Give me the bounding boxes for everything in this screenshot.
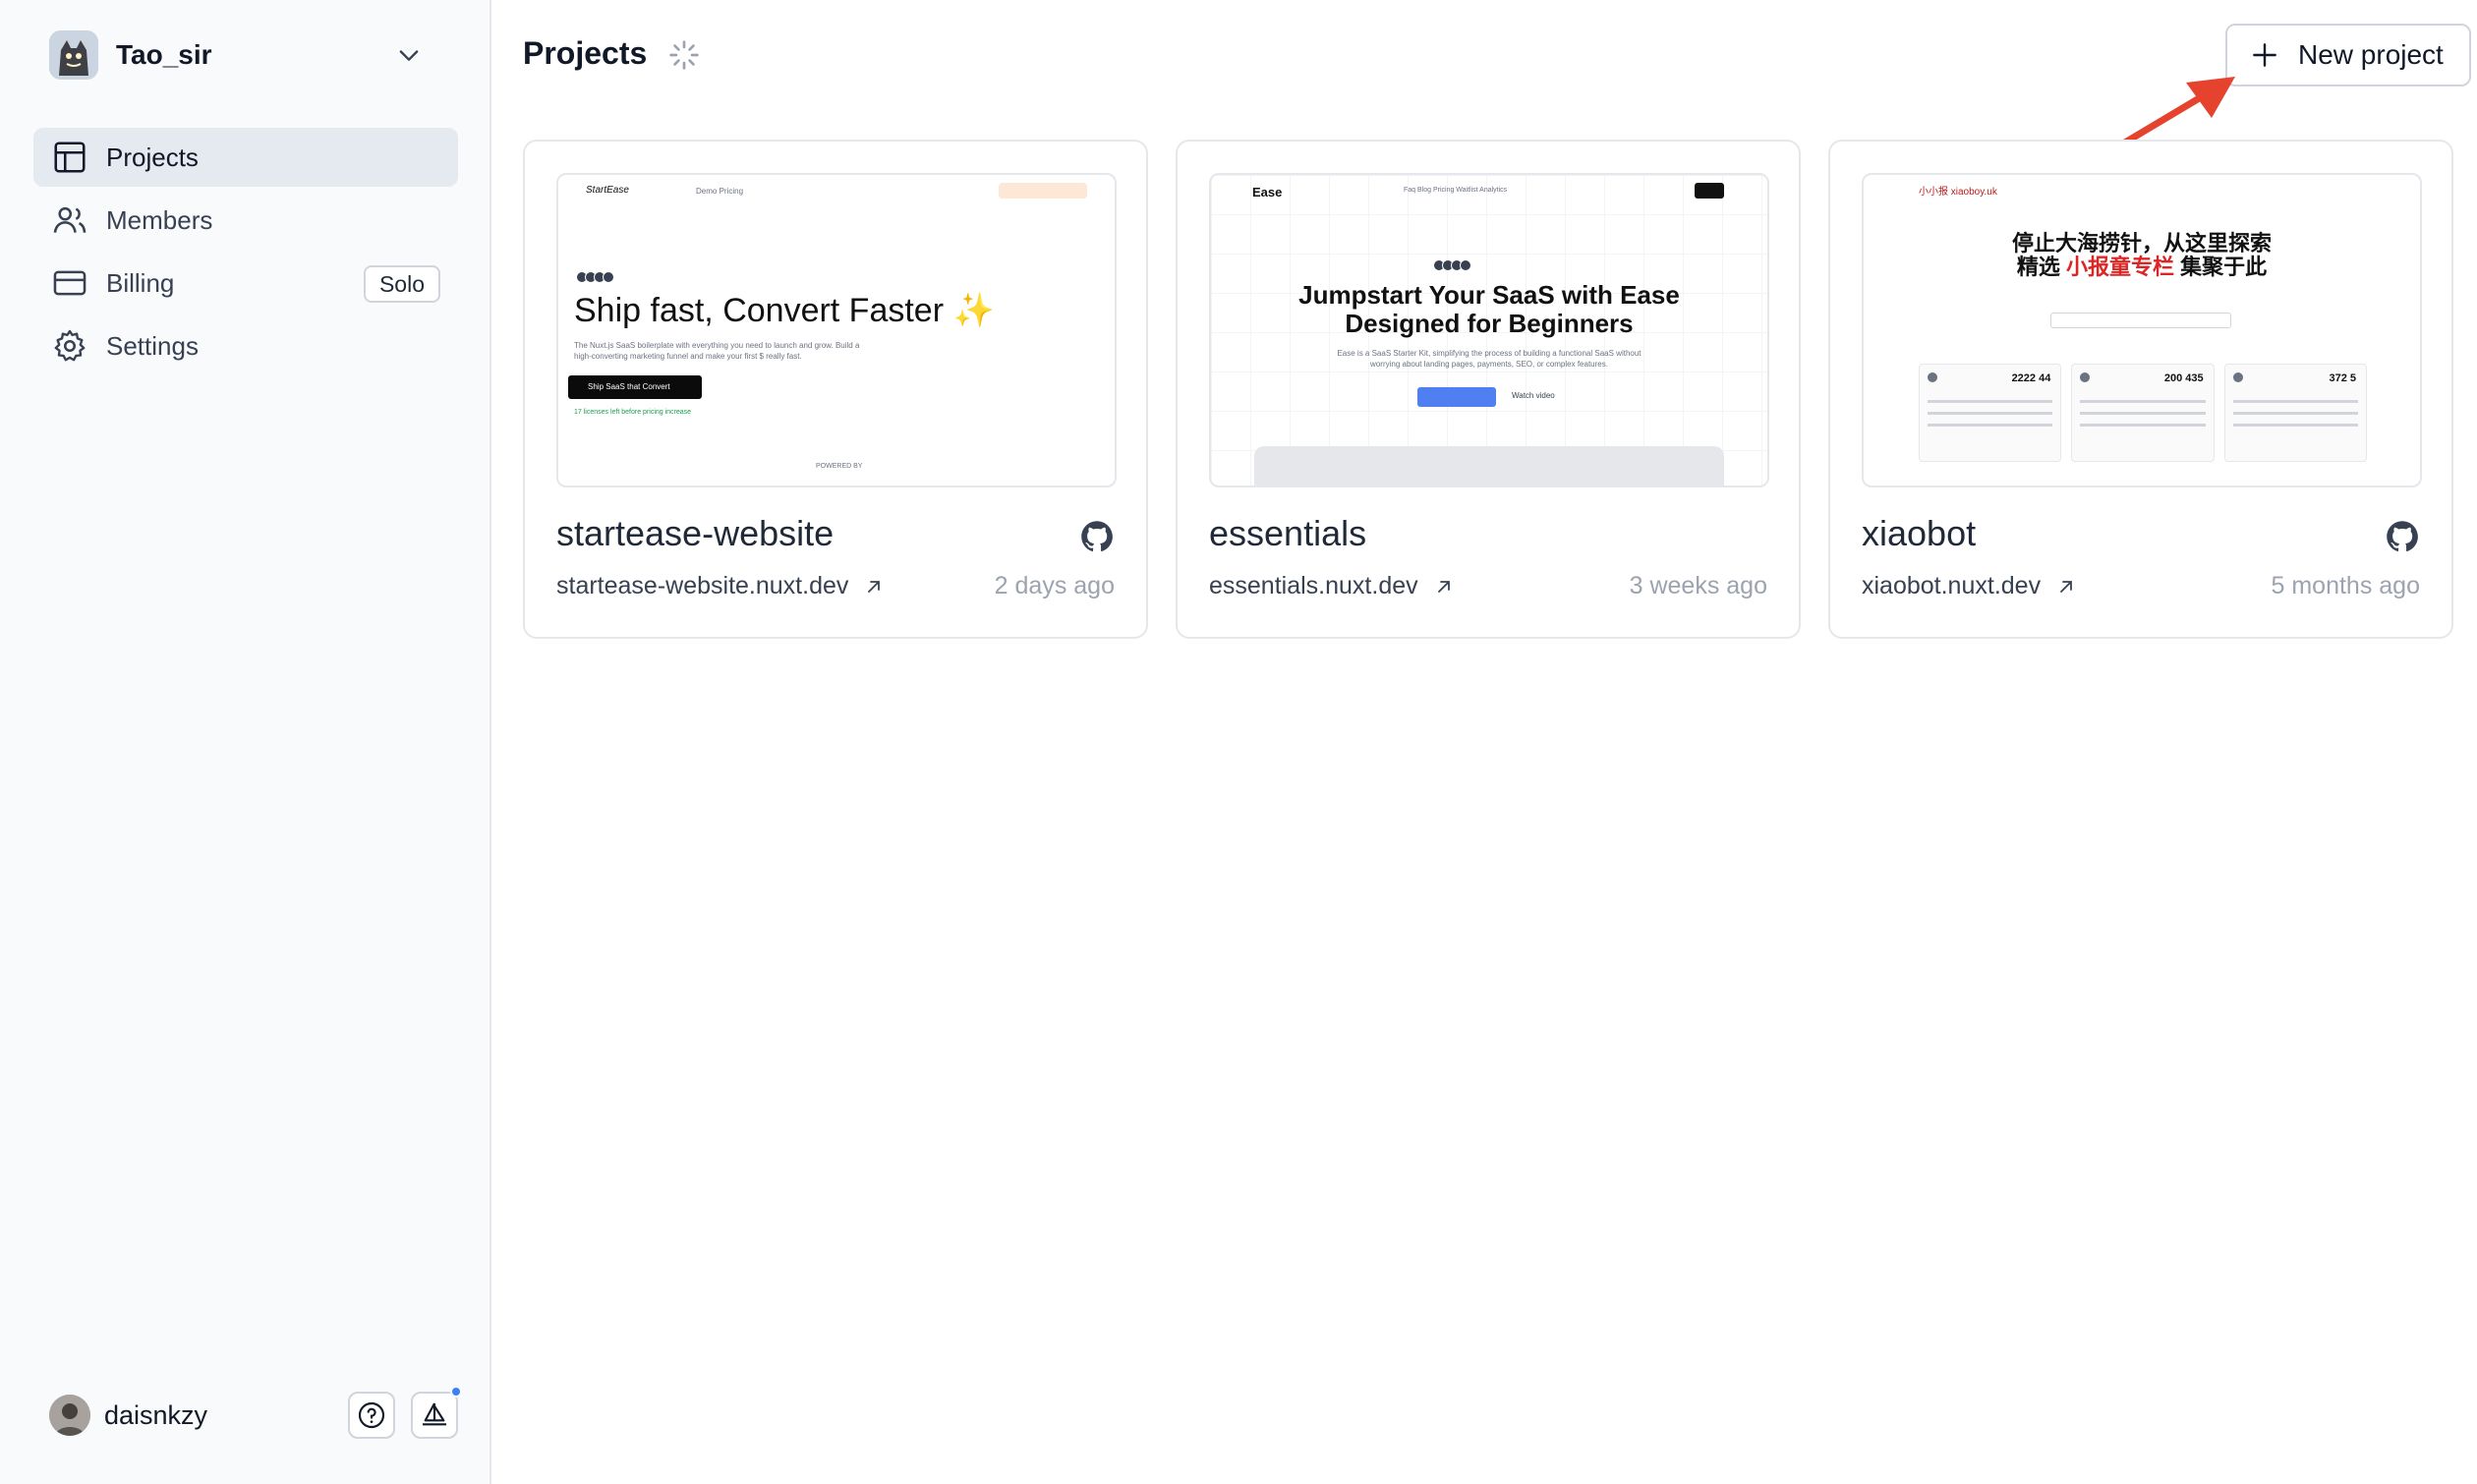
sidebar: Tao_sir Projects Members Billing Solo Se… — [0, 0, 491, 1484]
project-url-link[interactable]: startease-website.nuxt.dev — [556, 572, 886, 600]
changelog-button[interactable] — [411, 1386, 462, 1439]
preview-panel — [1254, 446, 1724, 485]
github-icon[interactable] — [1079, 519, 1115, 554]
page-title: Projects — [523, 35, 648, 71]
help-circle-icon — [358, 1401, 385, 1429]
preview-headline: Ship fast, Convert Faster ✨ — [574, 292, 995, 329]
external-link-icon — [868, 580, 881, 593]
preview-note: 17 licenses left before pricing increase — [574, 409, 692, 416]
project-card-xiaobot[interactable]: 小小报 xiaoboy.uk 停止大海捞针，从这里探索 精选 小报童专栏 集聚于… — [1828, 140, 2453, 639]
chevron-down-icon — [399, 50, 419, 61]
preview-headline: Jumpstart Your SaaS with Ease Designed f… — [1298, 280, 1680, 338]
preview-subtext: Ease is a SaaS Starter Kit, simplifying … — [1337, 349, 1642, 369]
preview-footer: POWERED BY — [816, 463, 863, 470]
notification-dot — [450, 1386, 462, 1398]
preview-logo: StartEase — [586, 185, 629, 196]
help-button[interactable] — [348, 1392, 395, 1439]
project-card-essentials[interactable]: Ease Faq Blog Pricing Waitlist Analytics… — [1176, 140, 1801, 639]
plan-badge: Solo — [363, 265, 440, 303]
project-url-link[interactable]: essentials.nuxt.dev — [1209, 572, 1456, 600]
new-project-button[interactable]: New project — [2225, 24, 2471, 86]
external-link-icon — [1437, 580, 1450, 593]
plus-icon — [2253, 43, 2276, 67]
preview-avatars — [1433, 259, 1471, 271]
preview-stat-card: 372 5 — [2223, 364, 2367, 462]
project-url: xiaobot.nuxt.dev — [1862, 572, 2042, 599]
preview-stat-card: 200 435 — [2071, 364, 2215, 462]
cat-avatar-icon — [49, 30, 98, 80]
sidebar-nav: Projects Members Billing Solo Settings — [33, 128, 458, 379]
gear-icon — [54, 329, 86, 362]
preview-cta — [1417, 387, 1496, 407]
preview-avatars — [576, 271, 614, 283]
project-preview[interactable]: Ease Faq Blog Pricing Waitlist Analytics… — [1209, 173, 1769, 487]
preview-watch: Watch video — [1512, 391, 1555, 400]
preview-search — [2050, 313, 2231, 328]
main-content: Projects New project StartEase Demo Pric… — [493, 0, 2477, 1484]
sidebar-item-label: Settings — [106, 330, 199, 361]
user-name: daisnkzy — [104, 1399, 208, 1430]
project-url-link[interactable]: xiaobot.nuxt.dev — [1862, 572, 2078, 600]
project-name[interactable]: essentials — [1209, 513, 1366, 554]
preview-stat-card: 2222 44 — [1919, 364, 2062, 462]
sidebar-item-label: Billing — [106, 267, 175, 298]
user-avatar-icon — [49, 1395, 90, 1436]
preview-promo-pill — [999, 183, 1087, 199]
project-updated: 3 weeks ago — [1629, 572, 1767, 599]
project-card-startease-website[interactable]: StartEase Demo Pricing Ship fast, Conver… — [523, 140, 1148, 639]
preview-nav: Faq Blog Pricing Waitlist Analytics — [1404, 187, 1508, 194]
project-url: essentials.nuxt.dev — [1209, 572, 1418, 599]
preview-signin — [1695, 183, 1724, 199]
new-project-label: New project — [2298, 39, 2444, 70]
sidebar-item-label: Projects — [106, 142, 199, 172]
project-grid: StartEase Demo Pricing Ship fast, Conver… — [523, 140, 2453, 639]
sidebar-item-label: Members — [106, 204, 213, 235]
preview-subtext: The Nuxt.js SaaS boilerplate with everyt… — [574, 341, 860, 361]
preview-cta: Ship SaaS that Convert — [568, 375, 702, 399]
sidebar-item-billing[interactable]: Billing Solo — [33, 254, 458, 313]
github-icon[interactable] — [2385, 519, 2420, 554]
preview-logo: Ease — [1252, 185, 1283, 200]
users-icon — [53, 206, 86, 233]
layout-icon — [54, 142, 86, 173]
project-name[interactable]: startease-website — [556, 513, 834, 554]
project-updated: 2 days ago — [994, 572, 1115, 599]
avatar — [49, 1395, 90, 1436]
project-preview[interactable]: 小小报 xiaoboy.uk 停止大海捞针，从这里探索 精选 小报童专栏 集聚于… — [1862, 173, 2422, 487]
preview-headline: 停止大海捞针，从这里探索 精选 小报童专栏 集聚于此 — [2011, 231, 2272, 279]
team-name: Tao_sir — [116, 39, 212, 70]
sailboat-icon — [423, 1402, 446, 1426]
project-url: startease-website.nuxt.dev — [556, 572, 849, 599]
credit-card-icon — [53, 270, 86, 296]
project-name[interactable]: xiaobot — [1862, 513, 1976, 554]
spinner-icon — [669, 40, 699, 70]
project-updated: 5 months ago — [2271, 572, 2421, 599]
preview-nav: Demo Pricing — [696, 187, 744, 196]
sidebar-item-projects[interactable]: Projects — [33, 128, 458, 187]
project-preview[interactable]: StartEase Demo Pricing Ship fast, Conver… — [556, 173, 1117, 487]
team-switcher[interactable]: Tao_sir — [49, 28, 432, 83]
preview-stat-grid: 2222 44 200 435 372 5 — [1919, 364, 2367, 462]
external-link-icon — [2060, 580, 2072, 593]
sidebar-item-settings[interactable]: Settings — [33, 316, 458, 375]
preview-logo: 小小报 xiaoboy.uk — [1919, 187, 1997, 198]
user-menu[interactable]: daisnkzy — [49, 1386, 462, 1443]
team-avatar — [49, 30, 98, 80]
sidebar-item-members[interactable]: Members — [33, 191, 458, 250]
